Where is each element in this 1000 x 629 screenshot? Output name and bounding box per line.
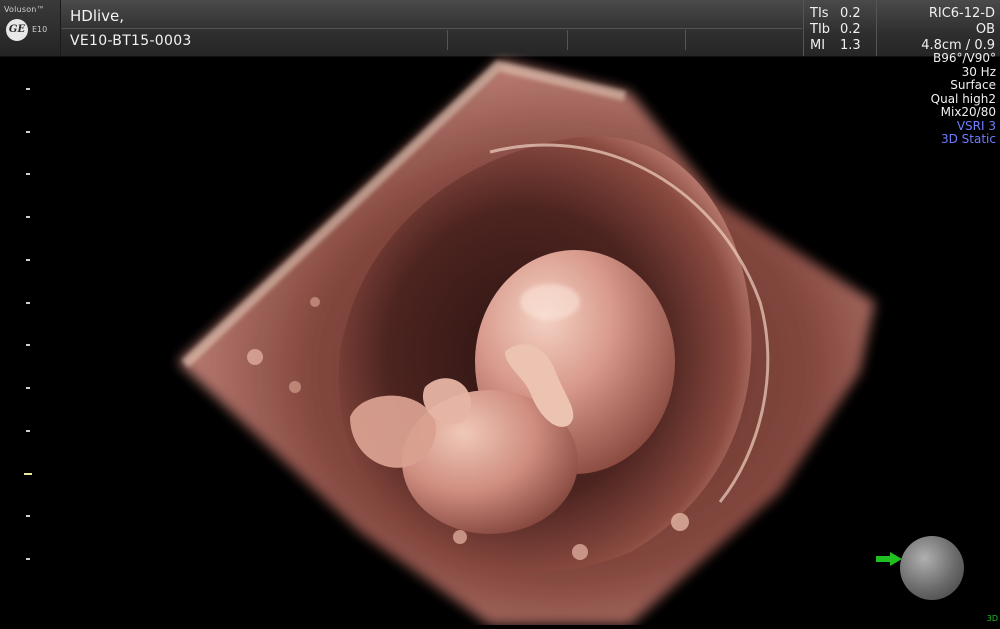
parameter-line: 30 Hz xyxy=(961,64,996,79)
depth-marker xyxy=(26,344,30,347)
index-tib: TIb 0.2 xyxy=(810,22,861,37)
header-divider xyxy=(62,28,802,29)
probe-info: RIC6-12-D OB 4.8cm / 0.9 xyxy=(876,0,1000,56)
header-divider xyxy=(567,30,568,50)
header-divider xyxy=(685,30,686,50)
depth-marker xyxy=(26,429,30,432)
patient-id: VE10-BT15-0003 xyxy=(70,33,192,49)
parameter-line: Surface xyxy=(950,78,996,92)
parameter-list: B96°/V90° 30 Hz Surface Qual high2 Mix20/80 V… xyxy=(930,51,996,147)
focus-marker xyxy=(24,472,32,475)
model-name: E10 xyxy=(32,25,48,34)
probe-name: RIC6-12-D xyxy=(928,6,995,21)
depth-marker xyxy=(26,515,30,518)
application: OB xyxy=(975,22,995,37)
parameter-line: Qual high2 xyxy=(930,91,996,106)
depth-marker xyxy=(26,88,30,90)
fetus-render-image xyxy=(178,60,875,625)
header-bar: Voluson™ GE E10 HDlive, VE10-BT15-0003 T… xyxy=(0,0,1000,57)
volume-render xyxy=(160,52,890,625)
depth-marker xyxy=(26,558,30,560)
depth-marker xyxy=(26,130,30,133)
orientation-mark: 3D xyxy=(986,614,998,623)
depth-scale xyxy=(22,88,34,568)
parameter-line: B96°/V90° xyxy=(932,51,996,65)
orientation-arrow-icon xyxy=(876,552,902,566)
brand-block: Voluson™ GE E10 xyxy=(0,0,61,56)
depth-marker xyxy=(26,216,30,219)
depth-marker xyxy=(26,173,30,176)
safety-indices: TIs 0.2 TIb 0.2 MI 1.3 xyxy=(803,0,876,56)
index-mi: MI 1.3 xyxy=(810,38,861,53)
ge-logo-icon: GE xyxy=(6,19,28,41)
parameter-line: Mix20/80 xyxy=(940,105,996,119)
index-tis: TIs 0.2 xyxy=(810,6,861,21)
depth-marker xyxy=(26,387,30,390)
depth-marker xyxy=(26,258,30,261)
header-divider xyxy=(447,30,448,50)
depth-marker xyxy=(26,301,30,304)
mode-title: HDlive, xyxy=(70,7,125,25)
parameter-line: 3D Static xyxy=(940,132,996,146)
orientation-ball-icon xyxy=(900,536,964,600)
product-name: Voluson™ xyxy=(4,5,45,14)
parameter-line: VSRI 3 xyxy=(956,118,996,133)
